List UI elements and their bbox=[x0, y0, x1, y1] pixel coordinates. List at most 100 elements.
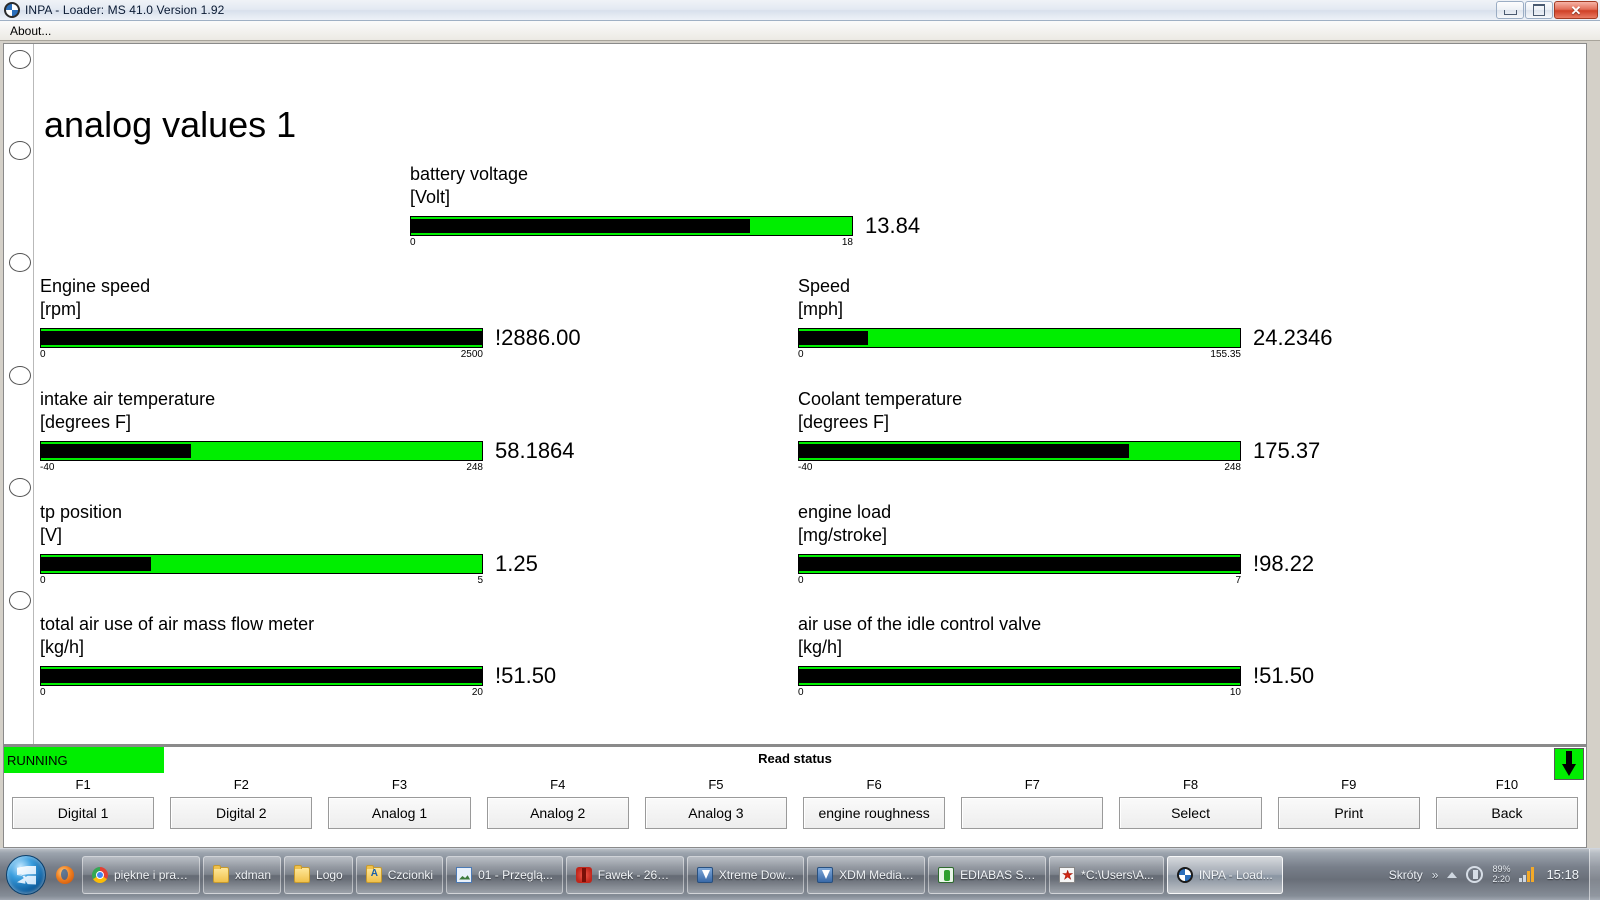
taskbar-item[interactable]: Xtreme Dow... bbox=[686, 855, 805, 894]
taskbar-clock[interactable]: 15:18 bbox=[1542, 867, 1589, 882]
gauge-total-air-mass-flow: total air use of air mass flow meter [kg… bbox=[40, 613, 600, 700]
gauge-scale-max: 20 bbox=[471, 687, 483, 699]
gauge-scale-max: 248 bbox=[466, 462, 483, 474]
gauge-unit: [degrees F] bbox=[798, 412, 890, 433]
gauge-scale-max: 18 bbox=[841, 237, 853, 249]
start-button[interactable] bbox=[2, 853, 50, 897]
taskbar-item[interactable]: XDM Media ... bbox=[807, 855, 926, 894]
folder-icon bbox=[294, 864, 311, 883]
menu-item-about[interactable]: About... bbox=[3, 23, 58, 39]
gauge-value: 175.37 bbox=[1253, 438, 1321, 464]
gauge-unit: [rpm] bbox=[40, 299, 82, 320]
gauge-label: total air use of air mass flow meter bbox=[40, 614, 315, 634]
function-key-label: F7 bbox=[1024, 777, 1040, 792]
gauge-scale-min: -40 bbox=[798, 462, 813, 474]
gauge-scale: 0 2500 bbox=[40, 350, 483, 362]
gauge-bar-track bbox=[40, 554, 483, 575]
gauge-value: !98.22 bbox=[1253, 551, 1315, 577]
punch-hole-icon bbox=[9, 478, 31, 497]
gauge-scale: 0 5 bbox=[40, 576, 483, 588]
gauge-label: air use of the idle control valve bbox=[798, 614, 1042, 634]
gauge-engine-speed: Engine speed [rpm] !2886.00 0 2500 bbox=[40, 275, 600, 362]
function-key-button[interactable]: Print bbox=[1277, 797, 1420, 829]
download-icon bbox=[696, 866, 713, 883]
gauge-bar-fill bbox=[41, 669, 482, 684]
close-button[interactable]: ✕ bbox=[1554, 1, 1598, 19]
gauge-bar-fill bbox=[41, 557, 152, 572]
gauge-bar-row: !51.50 bbox=[40, 665, 600, 687]
gauge-label: Speed bbox=[798, 276, 851, 296]
gauge-bar-row: 13.84 bbox=[410, 215, 930, 237]
gauge-bar-fill bbox=[41, 331, 482, 346]
punch-hole-icon bbox=[9, 50, 31, 69]
function-key-label: F10 bbox=[1495, 777, 1519, 792]
client-area: analog values 1 battery voltage [Volt] 1… bbox=[0, 41, 1600, 848]
function-key-button[interactable]: Digital 2 bbox=[170, 797, 313, 829]
chevron-right-icon[interactable]: » bbox=[1432, 869, 1439, 881]
gauge-intake-air-temperature: intake air temperature [degrees F] 58.18… bbox=[40, 388, 600, 475]
fonts-folder-icon bbox=[365, 864, 382, 883]
function-key-f1: F1 Digital 1 bbox=[4, 777, 162, 829]
function-key-button[interactable] bbox=[961, 797, 1104, 829]
gauge-scale: 0 7 bbox=[798, 576, 1241, 588]
taskbar-item-active[interactable]: INPA - Load... bbox=[1166, 855, 1283, 894]
function-key-f3: F3 Analog 1 bbox=[320, 777, 478, 829]
gauge-bar-fill bbox=[411, 219, 751, 234]
gauge-bar-track bbox=[798, 666, 1241, 687]
gauge-bar-row: 1.25 bbox=[40, 553, 600, 575]
gauge-bar-fill bbox=[799, 331, 868, 346]
taskbar-item[interactable]: EDIABAS Ser... bbox=[928, 855, 1047, 894]
minimize-button[interactable] bbox=[1496, 1, 1524, 19]
gauge-value: 13.84 bbox=[865, 213, 921, 239]
minimize-icon bbox=[1503, 10, 1517, 15]
taskbar-item[interactable]: 01 - Przeglą... bbox=[446, 855, 563, 894]
taskbar-item[interactable]: Czcionki bbox=[355, 855, 444, 894]
function-key-label: F5 bbox=[708, 777, 724, 792]
gauge-bar-track bbox=[40, 328, 483, 349]
function-key-label: F1 bbox=[75, 777, 91, 792]
function-key-f6: F6 engine roughness bbox=[795, 777, 953, 829]
triangle-up-icon[interactable] bbox=[1447, 871, 1458, 878]
punch-hole-icon bbox=[9, 253, 31, 272]
maximize-button[interactable] bbox=[1525, 1, 1553, 19]
function-key-label: F4 bbox=[550, 777, 566, 792]
taskbar-item-label: EDIABAS Ser... bbox=[960, 867, 1037, 882]
gauge-value: !2886.00 bbox=[495, 325, 581, 351]
function-key-button[interactable]: Back bbox=[1435, 797, 1579, 829]
battery-status[interactable]: 89% 2:20 bbox=[1492, 864, 1510, 884]
show-desktop-button[interactable] bbox=[1589, 849, 1600, 900]
gauge-unit: [mph] bbox=[798, 299, 844, 320]
scroll-down-button[interactable] bbox=[1554, 748, 1584, 780]
function-key-button[interactable]: Analog 1 bbox=[328, 797, 471, 829]
toolbar-shortcuts-label[interactable]: Skróty bbox=[1389, 868, 1423, 882]
taskbar-item-label: Logo bbox=[316, 867, 343, 882]
taskbar-item[interactable]: *C:\Users\A... bbox=[1049, 855, 1164, 894]
taskbar-item-label: Fawek - 267... bbox=[597, 867, 674, 882]
function-key-f9: F9 Print bbox=[1270, 777, 1428, 829]
firefox-icon[interactable] bbox=[56, 865, 74, 884]
taskbar-item[interactable]: piękne i prak... bbox=[82, 855, 200, 894]
taskbar-item[interactable]: Logo bbox=[284, 855, 353, 894]
taskbar-item[interactable]: xdman bbox=[203, 855, 282, 894]
read-status-label: Read status bbox=[758, 751, 832, 766]
taskbar-item-label: piękne i prak... bbox=[114, 867, 190, 882]
network-signal-icon[interactable] bbox=[1519, 867, 1535, 882]
function-key-button[interactable]: Digital 1 bbox=[12, 797, 155, 829]
window-titlebar[interactable]: INPA - Loader: MS 41.0 Version 1.92 ✕ bbox=[0, 0, 1600, 21]
gauge-scale-max: 10 bbox=[1229, 687, 1241, 699]
function-key-button[interactable]: engine roughness bbox=[803, 797, 946, 829]
gauge-scale-min: 0 bbox=[40, 575, 46, 587]
function-key-button[interactable]: Select bbox=[1119, 797, 1262, 829]
function-key-button[interactable]: Analog 2 bbox=[486, 797, 629, 829]
taskbar-item[interactable]: Fawek - 267... bbox=[565, 855, 684, 894]
gauge-scale-min: 0 bbox=[798, 575, 804, 587]
function-key-f4: F4 Analog 2 bbox=[479, 777, 637, 829]
gauge-value: 24.2346 bbox=[1253, 325, 1333, 351]
gauge-scale: 0 10 bbox=[798, 688, 1241, 700]
function-key-button[interactable]: Analog 3 bbox=[644, 797, 788, 829]
inpa-application-window: INPA - Loader: MS 41.0 Version 1.92 ✕ Ab… bbox=[0, 0, 1600, 900]
action-center-icon[interactable] bbox=[1466, 866, 1484, 883]
ediabas-icon bbox=[938, 866, 955, 883]
function-key-label: F9 bbox=[1341, 777, 1357, 792]
gauge-scale-max: 7 bbox=[1235, 575, 1241, 587]
